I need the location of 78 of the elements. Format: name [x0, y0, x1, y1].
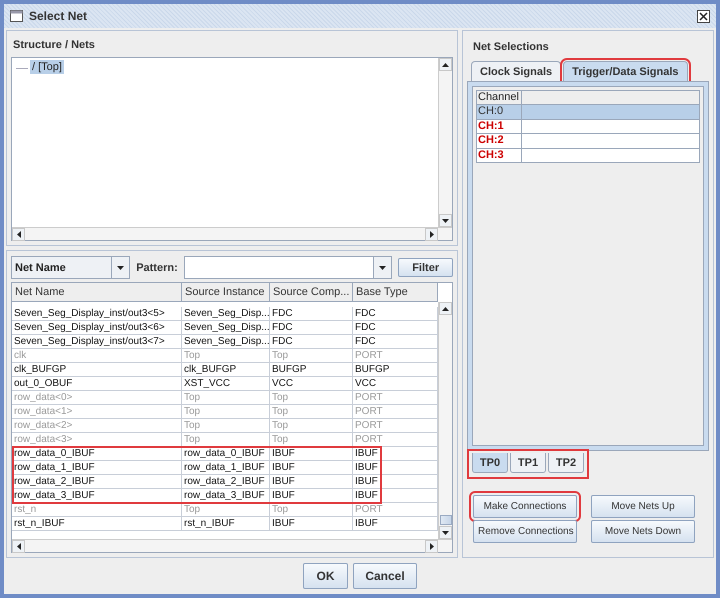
table-cell: Top — [182, 503, 270, 516]
table-cell: row_data_2_IBUF — [182, 475, 270, 488]
table-cell: clk_BUFGP — [182, 363, 270, 376]
table-cell: row_data_3_IBUF — [12, 489, 182, 502]
table-cell: out_0_OBUF — [12, 377, 182, 390]
channel-name: CH:1 — [477, 120, 522, 133]
channel-name: CH:2 — [477, 134, 522, 148]
table-cell: Top — [270, 405, 353, 418]
channel-row[interactable]: CH:3 — [476, 148, 700, 163]
table-cell: row_data_2_IBUF — [12, 475, 182, 488]
table-cell: Seven_Seg_Disp... — [182, 321, 270, 334]
window-title: Select Net — [29, 9, 88, 23]
table-cell: Top — [182, 391, 270, 404]
table-cell: row_data<0> — [12, 391, 182, 404]
table-cell: Top — [182, 349, 270, 362]
table-cell: Seven_Seg_Display_inst/out3<6> — [12, 321, 182, 334]
table-cell: clk_BUFGP — [12, 363, 182, 376]
tab[interactable]: TP0 — [472, 453, 508, 473]
action-button[interactable]: Move Nets Down — [591, 520, 695, 543]
table-cell: IBUF — [270, 447, 353, 460]
channel-row[interactable]: CH:2 — [476, 134, 700, 148]
table-cell: FDC — [270, 307, 353, 320]
table-cell: Top — [270, 503, 353, 516]
channel-row[interactable]: CH:0 — [476, 105, 700, 120]
table-cell: XST_VCC — [182, 377, 270, 390]
table-cell: row_data_1_IBUF — [182, 461, 270, 474]
table-cell: IBUF — [270, 475, 353, 488]
table-cell: Seven_Seg_Disp... — [182, 335, 270, 348]
table-cell: VCC — [270, 377, 353, 390]
tree-item[interactable]: / [Top] — [30, 60, 64, 74]
table-cell: Top — [270, 391, 353, 404]
table-cell: Top — [270, 433, 353, 446]
channel-name: CH:3 — [477, 148, 522, 162]
channel-name: CH:0 — [477, 105, 522, 118]
action-button[interactable]: Remove Connections — [473, 520, 577, 543]
table-cell: rst_n_IBUF — [182, 517, 270, 530]
table-cell: Seven_Seg_Display_inst/out3<7> — [12, 335, 182, 348]
channel-row[interactable]: CH:1 — [476, 120, 700, 134]
column-header[interactable]: Source Instance — [182, 283, 270, 301]
panel-title: Structure / Nets — [12, 38, 96, 53]
table-cell: row_data<3> — [12, 433, 182, 446]
cancel-button[interactable]: Cancel — [353, 563, 417, 589]
table-cell: Top — [270, 349, 353, 362]
column-header[interactable]: Base Type — [353, 283, 438, 301]
column-header[interactable]: Net Name — [12, 283, 182, 301]
table-cell: row_data_1_IBUF — [12, 461, 182, 474]
column-header[interactable]: Channel — [477, 91, 522, 104]
column-header[interactable]: Source Comp... — [270, 283, 353, 301]
table-cell: IBUF — [270, 489, 353, 502]
tab[interactable]: Clock Signals — [471, 61, 562, 81]
table-cell: row_data_0_IBUF — [182, 447, 270, 460]
pattern-label: Pattern: — [136, 262, 178, 274]
table-cell: FDC — [270, 335, 353, 348]
table-cell: IBUF — [270, 461, 353, 474]
table-cell: BUFGP — [270, 363, 353, 376]
table-cell: Top — [182, 433, 270, 446]
net-field-dropdown[interactable]: Net Name — [11, 256, 130, 279]
table-cell: rst_n — [12, 503, 182, 516]
table-cell: IBUF — [270, 517, 353, 530]
tab[interactable]: TP1 — [510, 453, 546, 473]
table-cell: Seven_Seg_Display_inst/out3<5> — [12, 307, 182, 320]
table-cell: row_data<2> — [12, 419, 182, 432]
table-cell: rst_n_IBUF — [12, 517, 182, 530]
table-cell: row_data_0_IBUF — [12, 447, 182, 460]
table-cell: row_data<1> — [12, 405, 182, 418]
table-cell: clk — [12, 349, 182, 362]
tab[interactable]: Trigger/Data Signals — [563, 61, 688, 81]
table-cell: Seven_Seg_Disp... — [182, 307, 270, 320]
table-cell: Top — [182, 419, 270, 432]
table-cell: Top — [270, 419, 353, 432]
table-cell: FDC — [270, 321, 353, 334]
action-button[interactable]: Move Nets Up — [591, 495, 695, 518]
filter-button[interactable]: Filter — [398, 258, 453, 277]
table-cell: row_data_3_IBUF — [182, 489, 270, 502]
ok-button[interactable]: OK — [303, 563, 348, 589]
panel-title: Net Selections — [472, 40, 550, 55]
table-cell: Top — [182, 405, 270, 418]
tab[interactable]: TP2 — [548, 453, 584, 473]
